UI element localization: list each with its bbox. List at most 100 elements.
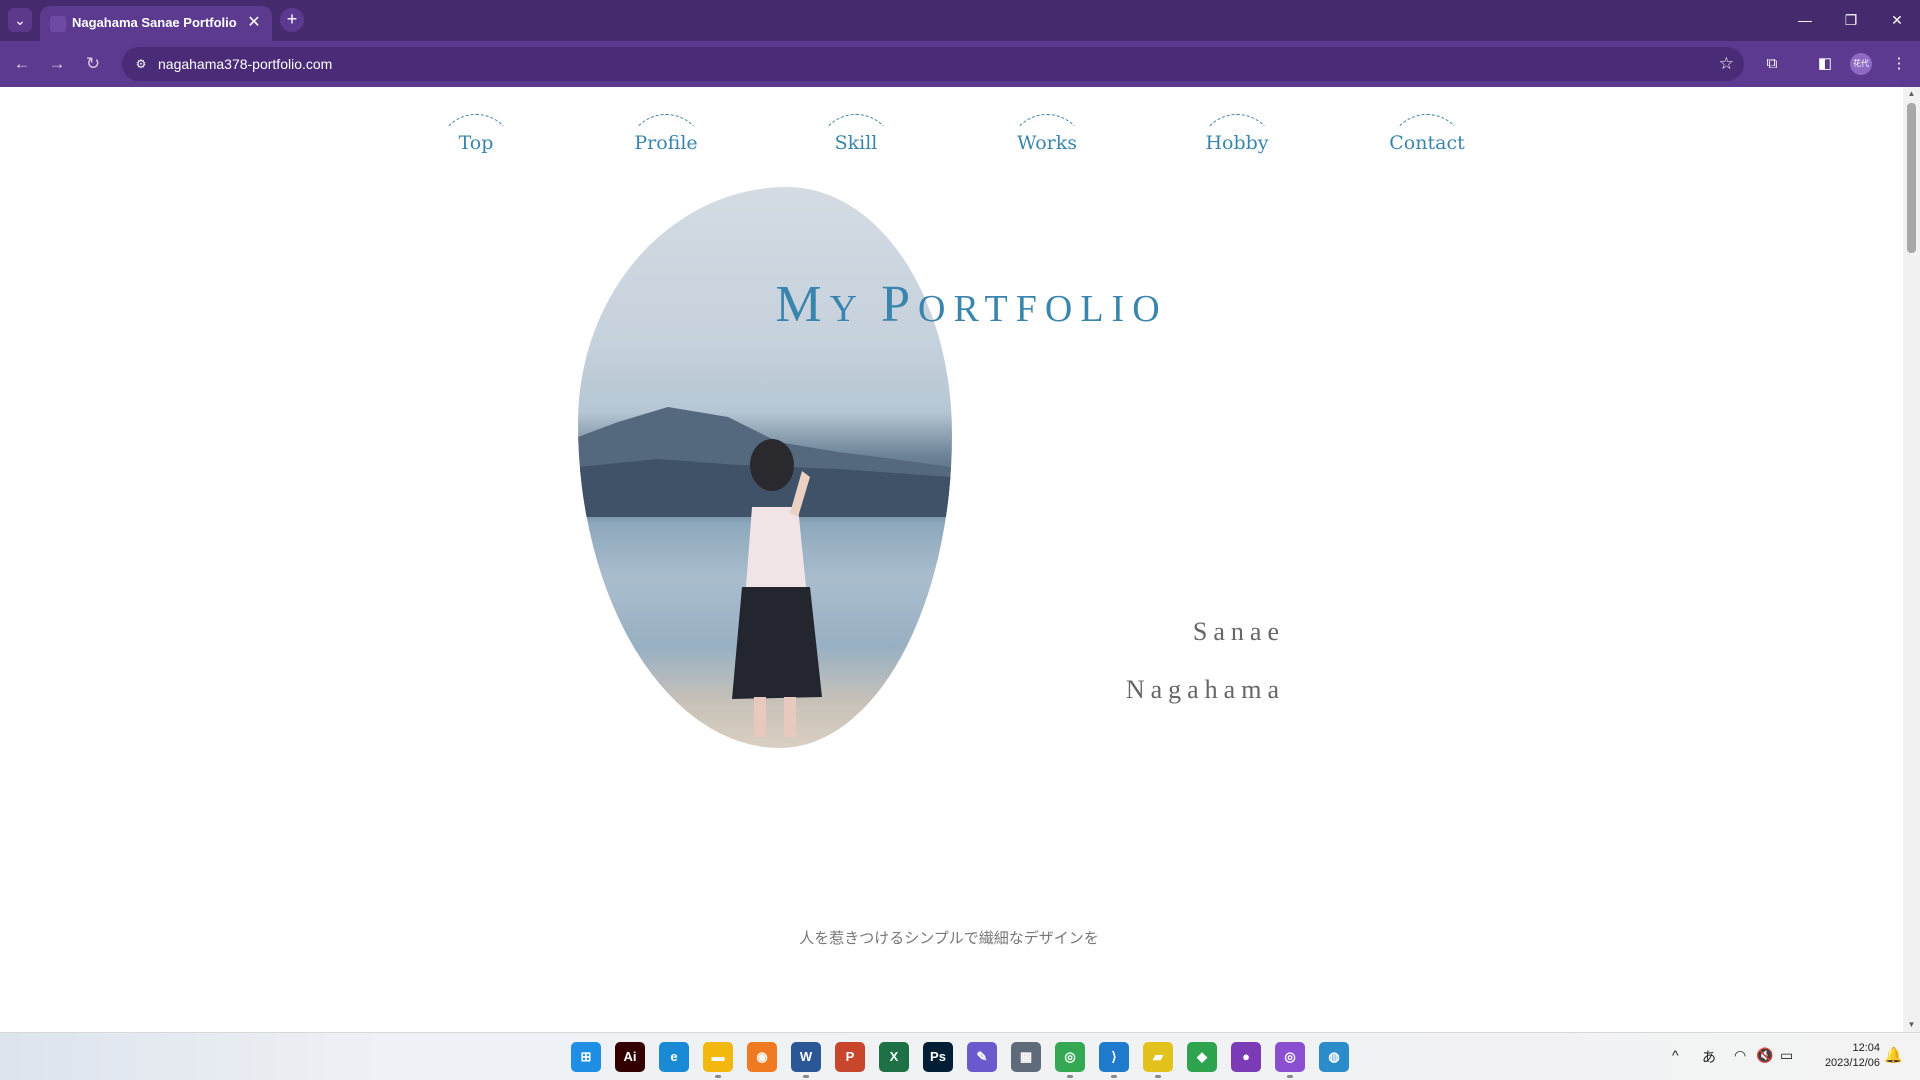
- taskbar-paint-tool-icon[interactable]: ✎: [967, 1042, 997, 1072]
- taskbar-edge-icon[interactable]: e: [659, 1042, 689, 1072]
- name-last: Nagahama: [1125, 675, 1285, 704]
- windows-start-glyph: ⊞: [571, 1042, 601, 1072]
- git-app-glyph: ◆: [1187, 1042, 1217, 1072]
- active-tab[interactable]: Nagahama Sanae Portfolio ✕: [40, 6, 272, 41]
- extensions-icon[interactable]: ⧉: [1759, 52, 1785, 76]
- excel-glyph: X: [879, 1042, 909, 1072]
- wifi-icon[interactable]: ◠: [1734, 1047, 1746, 1064]
- running-indicator: [1287, 1075, 1293, 1078]
- bookmark-star-icon[interactable]: ☆: [1719, 53, 1734, 75]
- taskbar-chrome-profile-icon[interactable]: ◎: [1275, 1042, 1305, 1078]
- profile-avatar[interactable]: 花代: [1850, 53, 1872, 75]
- github-desktop-glyph: ●: [1231, 1042, 1261, 1072]
- globe-app-glyph: ◍: [1319, 1042, 1349, 1072]
- clock-time: 12:04: [1852, 1042, 1880, 1054]
- taskbar-windows-start-icon[interactable]: ⊞: [571, 1042, 601, 1072]
- side-panel-icon[interactable]: ◧: [1812, 52, 1838, 76]
- hero-title: MY PORTFOLIO: [0, 275, 1903, 334]
- volume-muted-icon[interactable]: 🔇: [1756, 1047, 1773, 1064]
- site-info-icon[interactable]: ⚙: [130, 53, 152, 75]
- hero-photo-blob: [578, 187, 952, 748]
- taskbar-globe-app-icon[interactable]: ◍: [1319, 1042, 1349, 1072]
- hero-title-letter: ORTFOLIO: [918, 288, 1168, 330]
- taskbar-vscode-icon[interactable]: ⟩: [1099, 1042, 1129, 1078]
- reload-icon[interactable]: ↻: [80, 51, 106, 77]
- edge-glyph: e: [659, 1042, 689, 1072]
- nav-label: Hobby: [1205, 132, 1269, 154]
- ime-indicator[interactable]: あ: [1702, 1047, 1716, 1067]
- firefox-glyph: ◉: [747, 1042, 777, 1072]
- chrome-glyph: ◎: [1055, 1042, 1085, 1072]
- taskbar-excel-icon[interactable]: X: [879, 1042, 909, 1072]
- running-indicator: [1067, 1075, 1073, 1078]
- taskbar-chrome-icon[interactable]: ◎: [1055, 1042, 1085, 1078]
- tray-chevron-icon[interactable]: ^: [1672, 1047, 1679, 1063]
- running-indicator: [715, 1075, 721, 1078]
- tab-title: Nagahama Sanae Portfolio: [72, 15, 237, 30]
- taskbar-illustrator-icon[interactable]: Ai: [615, 1042, 645, 1072]
- sticky-notes-glyph: ▰: [1143, 1042, 1173, 1072]
- nav-skill[interactable]: Skill: [796, 114, 916, 170]
- tab-favicon-icon: [50, 16, 66, 32]
- address-bar[interactable]: ⚙ nagahama378-portfolio.com ☆: [122, 47, 1744, 81]
- nav-hobby[interactable]: Hobby: [1177, 114, 1297, 170]
- paint-tool-glyph: ✎: [967, 1042, 997, 1072]
- portfolio-page: Top Profile Skill Works Hobby Contact MY…: [0, 87, 1903, 1032]
- tab-search-dropdown[interactable]: ⌄: [8, 8, 32, 32]
- taskbar-powerpoint-icon[interactable]: P: [835, 1042, 865, 1072]
- scroll-up-arrow-icon[interactable]: ▲: [1903, 87, 1920, 101]
- running-indicator: [1155, 1075, 1161, 1078]
- photoshop-glyph: Ps: [923, 1042, 953, 1072]
- scroll-down-arrow-icon[interactable]: ▼: [1903, 1018, 1920, 1032]
- running-indicator: [1111, 1075, 1117, 1078]
- nav-works[interactable]: Works: [987, 114, 1107, 170]
- tagline: 人を惹きつけるシンプルで繊細なデザインを: [799, 929, 1099, 947]
- site-nav: Top Profile Skill Works Hobby Contact: [0, 87, 1903, 177]
- close-window-button[interactable]: ✕: [1882, 8, 1912, 32]
- hero-title-letter: P: [881, 276, 919, 333]
- back-arrow-icon[interactable]: ←: [9, 51, 35, 77]
- tab-strip: ⌄ Nagahama Sanae Portfolio ✕ + — ❐ ✕: [0, 0, 1920, 41]
- nav-label: Skill: [834, 132, 878, 154]
- nav-label: Contact: [1389, 132, 1465, 154]
- nav-label: Works: [1016, 132, 1078, 154]
- nav-contact[interactable]: Contact: [1367, 114, 1487, 170]
- taskbar-calculator-icon[interactable]: ▦: [1011, 1042, 1041, 1072]
- clock-date: 2023/12/06: [1824, 1057, 1880, 1069]
- calculator-glyph: ▦: [1011, 1042, 1041, 1072]
- photo-figure: [732, 439, 822, 737]
- windows-taskbar: ⊞ Ai e ▬ ◉ W P X Ps ✎ ▦ ◎ ⟩ ▰ ◆ ● ◎ ◍ ^ あ ◠ 🔇 ▭ 12:04 202…: [0, 1032, 1920, 1080]
- taskbar-file-explorer-icon[interactable]: ▬: [703, 1042, 733, 1078]
- taskbar-github-desktop-icon[interactable]: ●: [1231, 1042, 1261, 1072]
- running-indicator: [803, 1075, 809, 1078]
- new-tab-button[interactable]: +: [280, 8, 304, 32]
- taskbar-sticky-notes-icon[interactable]: ▰: [1143, 1042, 1173, 1078]
- battery-icon[interactable]: ▭: [1780, 1047, 1793, 1064]
- scroll-thumb[interactable]: [1907, 103, 1916, 253]
- taskbar-word-icon[interactable]: W: [791, 1042, 821, 1078]
- nav-profile[interactable]: Profile: [606, 114, 726, 170]
- minimize-button[interactable]: —: [1790, 8, 1820, 32]
- hero-title-letter: M: [775, 276, 830, 333]
- name-first: Sanae: [1192, 617, 1285, 646]
- nav-label: Top: [458, 132, 494, 154]
- illustrator-glyph: Ai: [615, 1042, 645, 1072]
- vscode-glyph: ⟩: [1099, 1042, 1129, 1072]
- browser-toolbar: ← → ↻ ⚙ nagahama378-portfolio.com ☆ ⧉ ◧ …: [0, 41, 1920, 87]
- tab-close-icon[interactable]: ✕: [244, 13, 264, 33]
- taskbar-firefox-icon[interactable]: ◉: [747, 1042, 777, 1072]
- file-explorer-glyph: ▬: [703, 1042, 733, 1072]
- taskbar-clock[interactable]: 12:04 2023/12/06: [1810, 1041, 1880, 1071]
- nav-label: Profile: [634, 132, 698, 154]
- chrome-profile-glyph: ◎: [1275, 1042, 1305, 1072]
- taskbar-photoshop-icon[interactable]: Ps: [923, 1042, 953, 1072]
- notification-bell-icon[interactable]: 🔔: [1884, 1046, 1903, 1064]
- hero-title-letter: Y: [829, 288, 882, 330]
- page-scrollbar[interactable]: ▲ ▼: [1903, 87, 1920, 1032]
- restore-button[interactable]: ❐: [1836, 8, 1866, 32]
- menu-dots-icon[interactable]: ⋮: [1886, 52, 1912, 76]
- taskbar-git-app-icon[interactable]: ◆: [1187, 1042, 1217, 1072]
- nav-top[interactable]: Top: [416, 114, 536, 170]
- url-text[interactable]: nagahama378-portfolio.com: [158, 56, 332, 72]
- forward-arrow-icon[interactable]: →: [44, 51, 70, 77]
